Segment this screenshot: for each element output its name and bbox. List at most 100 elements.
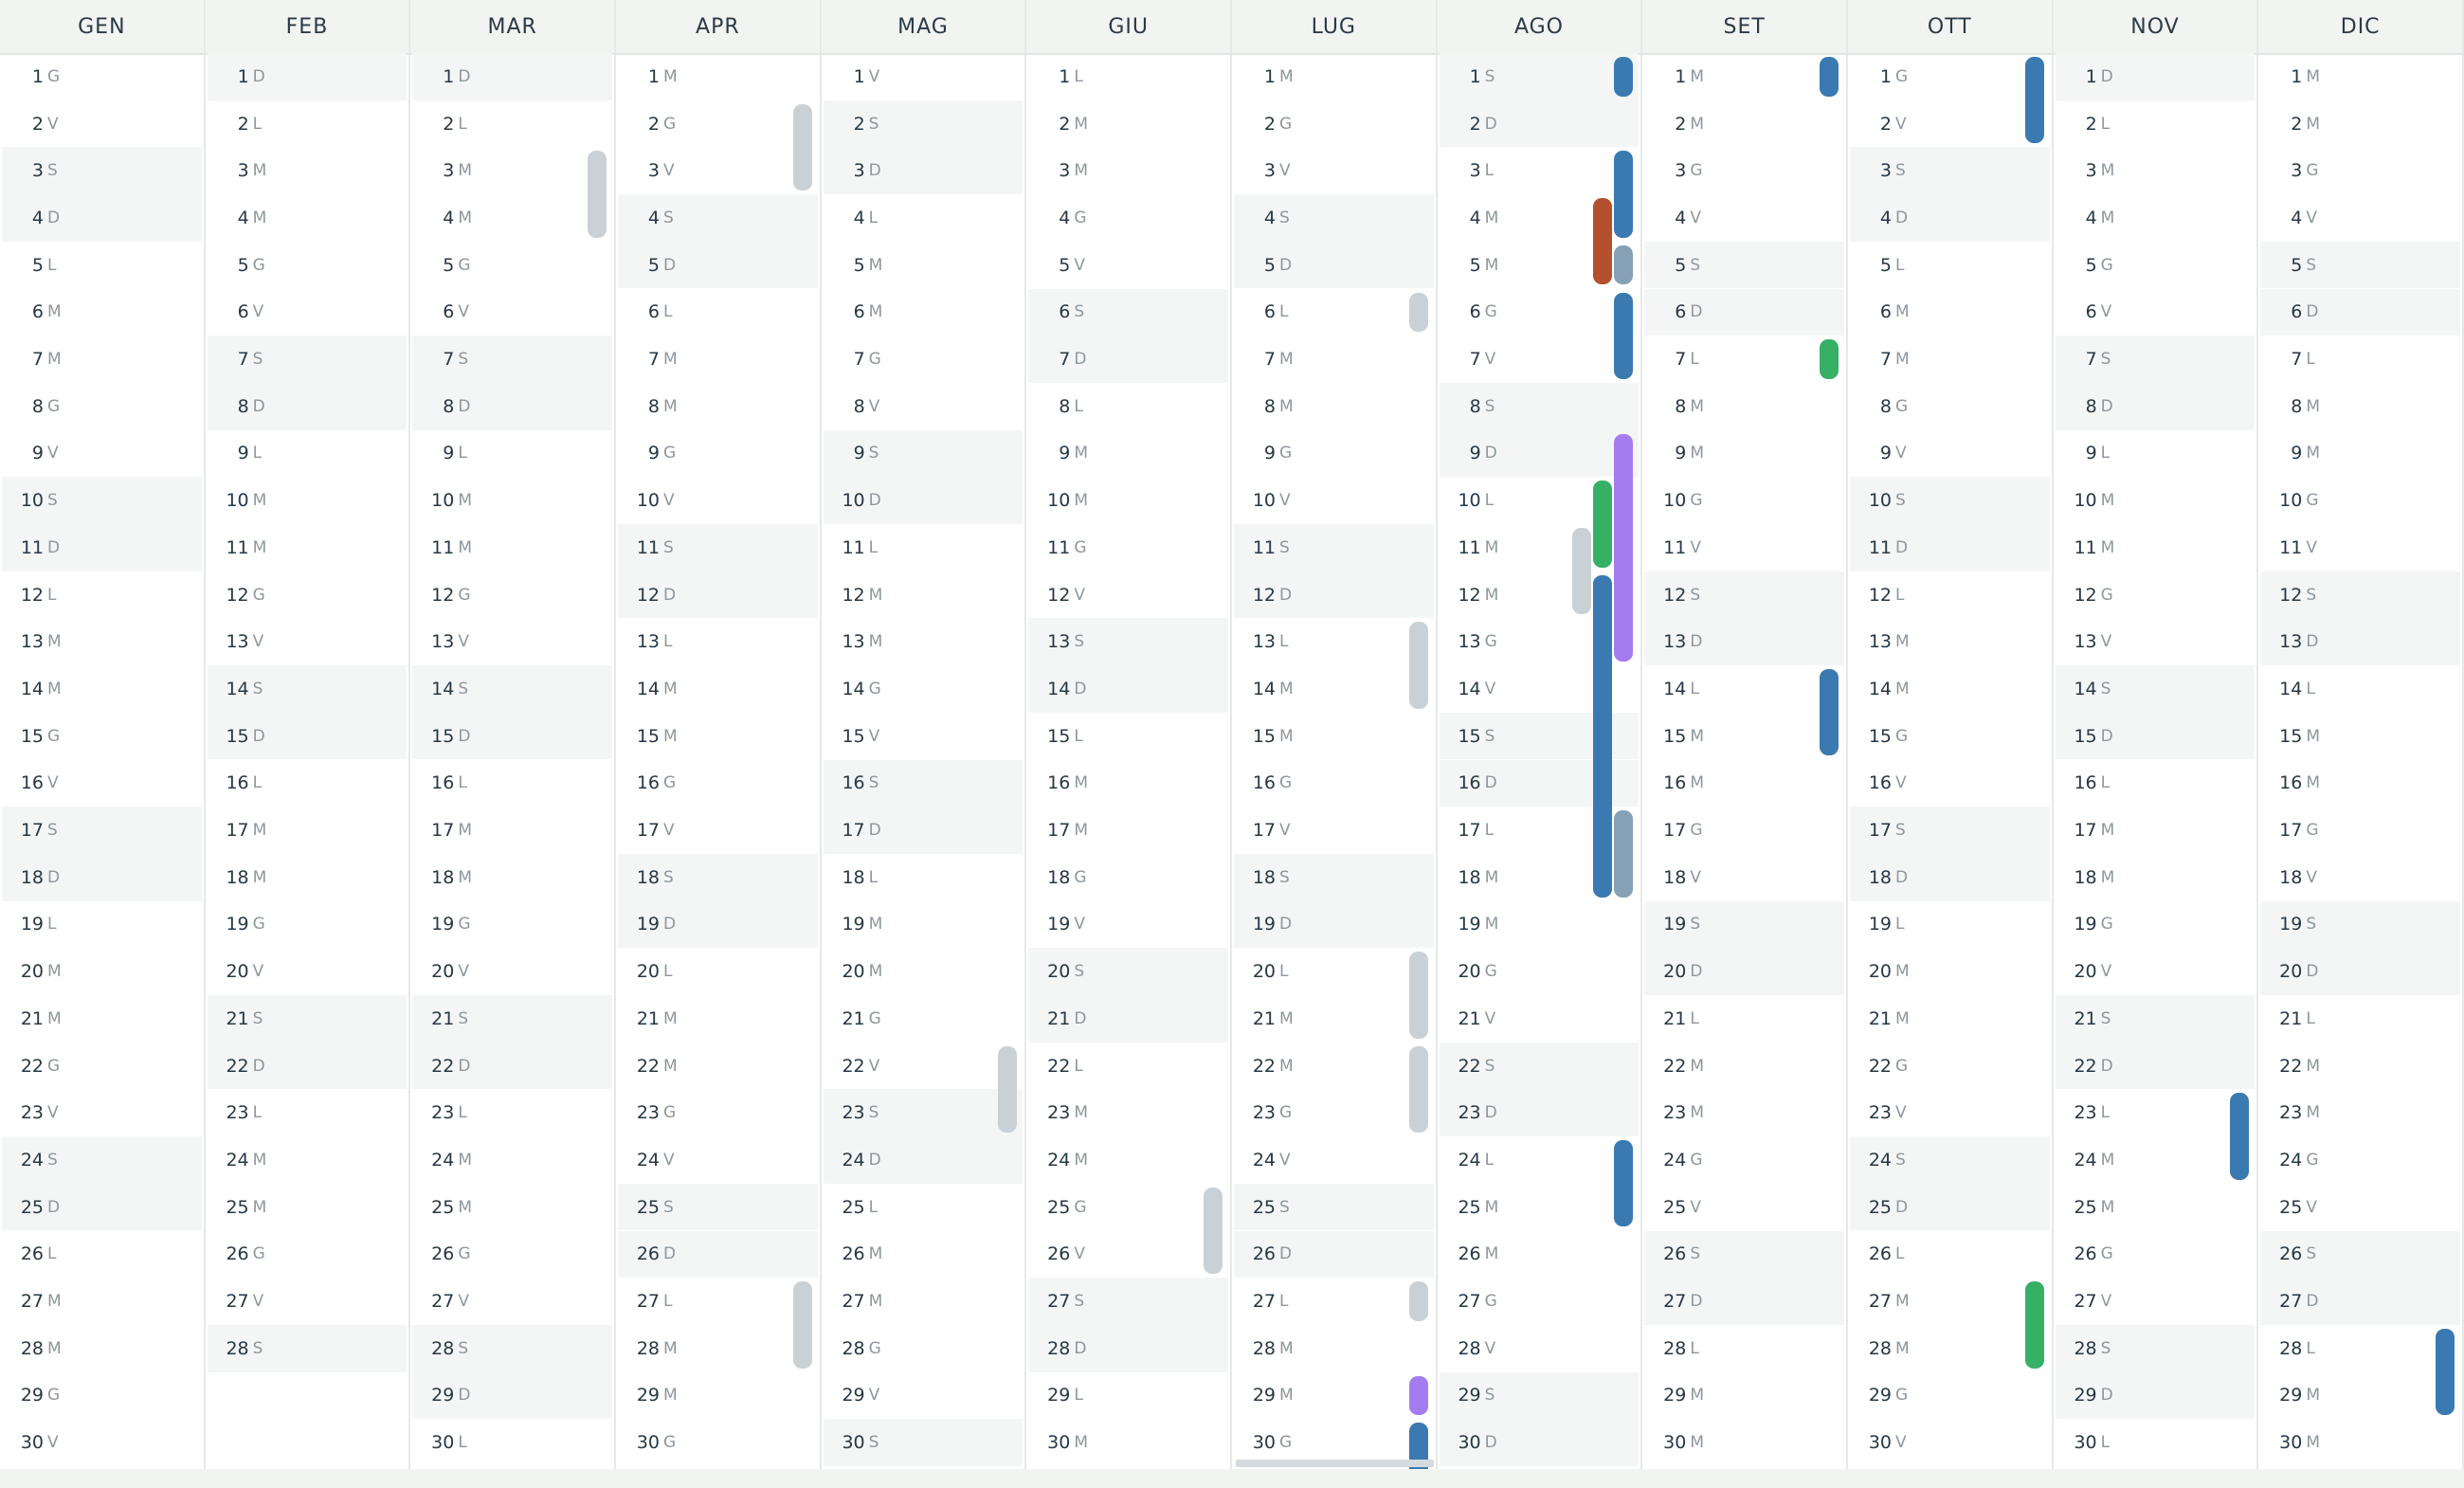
day-cell[interactable]: 28 M	[1234, 1325, 1434, 1372]
day-cell[interactable]: 6S	[1028, 288, 1228, 336]
day-cell[interactable]: 10 V	[1234, 477, 1434, 524]
day-cell[interactable]: 29 M	[1234, 1372, 1434, 1420]
day-cell[interactable]: 17 V	[618, 807, 818, 854]
day-cell[interactable]: 17 V	[1234, 807, 1434, 854]
day-cell[interactable]: 11 M	[208, 524, 408, 572]
day-cell[interactable]: 28 S	[2055, 1324, 2256, 1372]
day-cell[interactable]: 16 L	[412, 760, 612, 808]
day-cell[interactable]: 7L	[2260, 336, 2460, 383]
day-cell[interactable]: 4L	[824, 194, 1024, 242]
event-bar[interactable]	[1820, 339, 1839, 379]
day-cell[interactable]: 30 M	[1028, 1419, 1228, 1466]
day-cell[interactable]: 29 V	[824, 1372, 1024, 1420]
day-cell[interactable]: 17 S	[2, 807, 202, 854]
day-cell[interactable]: 29 L	[1028, 1372, 1228, 1420]
day-cell[interactable]: 2L	[412, 100, 612, 148]
day-cell[interactable]: 28 D	[1028, 1324, 1228, 1372]
day-cell[interactable]: 23 D	[1439, 1089, 1640, 1137]
day-cell[interactable]: 11 L	[824, 524, 1024, 572]
day-cell[interactable]: 3M	[2056, 147, 2256, 194]
day-cell[interactable]: 14 M	[1850, 665, 2050, 713]
day-cell[interactable]: 10 G	[1644, 477, 1844, 524]
day-cell[interactable]: 1M	[618, 53, 818, 100]
day-cell[interactable]: 13 L	[1234, 618, 1434, 665]
day-cell[interactable]: 20 L	[1234, 948, 1434, 995]
day-cell[interactable]: 10 M	[208, 477, 408, 524]
event-bar[interactable]	[588, 151, 607, 238]
day-cell[interactable]: 18 D	[1850, 853, 2050, 901]
day-cell[interactable]: 9G	[618, 430, 818, 478]
day-cell[interactable]: 26 V	[1028, 1231, 1228, 1279]
day-cell[interactable]: 4S	[1234, 194, 1434, 242]
event-bar[interactable]	[2436, 1328, 2455, 1416]
day-cell[interactable]: 18 M	[2056, 854, 2256, 901]
day-cell[interactable]: 1G	[1850, 53, 2050, 100]
day-cell[interactable]: 26 D	[1234, 1230, 1434, 1279]
day-cell[interactable]: 24 M	[1028, 1136, 1228, 1184]
day-cell[interactable]: 27 V	[2056, 1278, 2256, 1325]
day-cell[interactable]: 8G	[1850, 383, 2050, 430]
day-cell[interactable]: 27 S	[1028, 1278, 1228, 1325]
day-cell[interactable]: 15 G	[1850, 713, 2050, 760]
day-cell[interactable]: 7M	[1850, 336, 2050, 383]
day-cell[interactable]: 4D	[2, 194, 202, 242]
day-cell[interactable]: 22 D	[207, 1042, 408, 1090]
day-cell[interactable]: 12 M	[824, 572, 1024, 619]
event-bar[interactable]	[1820, 57, 1839, 97]
day-cell[interactable]: 19 V	[1028, 901, 1228, 949]
day-cell[interactable]: 3V	[618, 147, 818, 194]
day-cell[interactable]: 11 V	[1644, 524, 1844, 572]
day-cell[interactable]: 4D	[1850, 194, 2050, 242]
day-cell[interactable]: 12 D	[1234, 571, 1434, 619]
day-cell[interactable]: 7G	[824, 336, 1024, 383]
day-cell[interactable]: 15 L	[1028, 713, 1228, 760]
day-cell[interactable]: 25 M	[1440, 1184, 1640, 1231]
day-cell[interactable]: 20 D	[1644, 948, 1844, 995]
day-cell[interactable]: 12 D	[618, 571, 818, 619]
day-cell[interactable]: 11 S	[1234, 524, 1434, 572]
day-cell[interactable]: 23 L	[208, 1089, 408, 1136]
day-cell[interactable]: 1S	[1439, 53, 1640, 100]
day-cell[interactable]: 6D	[1644, 288, 1844, 336]
day-cell[interactable]: 27 V	[412, 1278, 612, 1325]
day-cell[interactable]: 7M	[2, 336, 202, 383]
event-bar[interactable]	[1614, 57, 1634, 97]
day-cell[interactable]: 9L	[412, 430, 612, 478]
day-cell[interactable]: 1V	[824, 53, 1024, 100]
day-cell[interactable]: 22 D	[412, 1042, 612, 1090]
day-cell[interactable]: 24 D	[823, 1136, 1024, 1184]
day-cell[interactable]: 9D	[1439, 429, 1640, 478]
day-cell[interactable]: 15 D	[2055, 712, 2256, 760]
day-cell[interactable]: 16 G	[618, 760, 818, 808]
day-cell[interactable]: 30 D	[1439, 1419, 1640, 1466]
day-cell[interactable]: 8M	[1234, 383, 1434, 430]
day-cell[interactable]: 3S	[1850, 147, 2050, 195]
day-cell[interactable]: 6M	[1850, 289, 2050, 336]
day-cell[interactable]: 20 V	[208, 948, 408, 995]
day-cell[interactable]: 29 D	[2055, 1371, 2256, 1420]
day-cell[interactable]: 10 M	[1028, 477, 1228, 524]
day-cell[interactable]: 8M	[618, 383, 818, 430]
day-cell[interactable]: 11 M	[412, 524, 612, 572]
day-cell[interactable]: 14 S	[412, 665, 612, 713]
day-cell[interactable]: 17 G	[1644, 807, 1844, 854]
day-cell[interactable]: 4V	[1644, 194, 1844, 242]
day-cell[interactable]: 1M	[1644, 53, 1844, 100]
day-cell[interactable]: 29 M	[2260, 1372, 2460, 1420]
event-bar[interactable]	[1614, 1140, 1634, 1227]
day-cell[interactable]: 8D	[412, 382, 612, 430]
event-bar[interactable]	[1408, 622, 1428, 709]
day-cell[interactable]: 11 S	[618, 524, 818, 572]
day-cell[interactable]: 21 M	[1850, 995, 2050, 1043]
event-bar[interactable]	[1614, 810, 1634, 898]
day-cell[interactable]: 19 L	[1850, 901, 2050, 949]
day-cell[interactable]: 7S	[412, 336, 612, 383]
day-cell[interactable]: 3D	[823, 147, 1024, 195]
day-cell[interactable]: 25 V	[1644, 1184, 1844, 1231]
day-cell[interactable]: 15 D	[207, 712, 408, 760]
day-cell[interactable]: 21 S	[207, 995, 408, 1043]
day-cell[interactable]: 21 L	[2260, 995, 2460, 1043]
day-cell[interactable]: 28 M	[1850, 1325, 2050, 1372]
day-cell[interactable]: 29 G	[2, 1372, 202, 1420]
day-cell[interactable]: 5L	[1850, 242, 2050, 289]
